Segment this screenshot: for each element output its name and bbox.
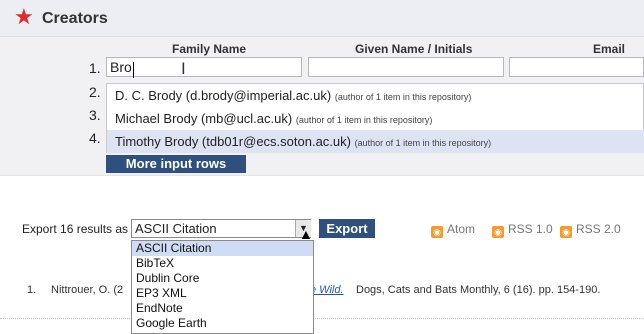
given-name-header: Given Name / Initials <box>355 42 473 56</box>
autocomplete-name: Timothy Brody (tdb01r@ecs.soton.ac.uk) <box>115 134 351 149</box>
email-header: Email <box>593 42 626 56</box>
autocomplete-item[interactable]: Michael Brody (mb@ucl.ac.uk) (author of … <box>107 107 644 130</box>
atom-label: Atom <box>447 222 476 236</box>
star-icon: ★ <box>14 4 34 29</box>
rss-icon: ◉ <box>431 226 443 238</box>
rss-icon: ◉ <box>560 226 572 238</box>
family-name-header: Family Name <box>172 42 247 56</box>
text-caret <box>133 62 134 78</box>
export-label: Export 16 results as <box>22 222 129 236</box>
atom-feed-link[interactable]: ◉ Atom <box>431 222 475 238</box>
result-title-link[interactable]: e Wild. <box>310 284 344 296</box>
export-format-options: ASCII Citation BibTeX Dublin Core EP3 XM… <box>131 240 314 334</box>
export-format-select[interactable]: ASCII Citation <box>131 219 311 238</box>
more-input-rows-button[interactable]: More input rows <box>106 155 246 173</box>
format-option[interactable]: EndNote <box>132 301 313 316</box>
autocomplete-item[interactable]: D. C. Brody (d.brody@imperial.ac.uk) (au… <box>107 84 644 107</box>
creators-header: ★ Creators <box>0 0 644 37</box>
autocomplete-name: Michael Brody (mb@ucl.ac.uk) <box>115 111 293 126</box>
autocomplete-name: D. C. Brody (d.brody@imperial.ac.uk) <box>115 88 332 103</box>
rss2-label: RSS 2.0 <box>576 222 621 236</box>
ibeam-cursor-icon: I <box>181 59 186 78</box>
row-number: 4. <box>89 130 101 146</box>
autocomplete-dropdown: D. C. Brody (d.brody@imperial.ac.uk) (au… <box>106 83 644 153</box>
divider <box>0 318 644 320</box>
format-option[interactable]: BibTeX <box>132 256 313 271</box>
autocomplete-note: (author of 1 item in this repository) <box>354 138 492 148</box>
row-number: 1. <box>89 60 101 76</box>
autocomplete-note: (author of 1 item in this repository) <box>334 92 472 102</box>
creators-panel: ★ Creators Family Name Given Name / Init… <box>0 0 644 176</box>
autocomplete-item-selected[interactable]: Timothy Brody (tdb01r@ecs.soton.ac.uk) (… <box>107 130 644 153</box>
family-name-input[interactable]: Bro <box>106 57 302 77</box>
row-number: 2. <box>89 84 101 100</box>
given-name-input[interactable] <box>308 57 504 77</box>
autocomplete-note: (author of 1 item in this repository) <box>295 115 433 125</box>
row-number: 3. <box>89 107 101 123</box>
format-option-selected[interactable]: ASCII Citation <box>132 241 313 256</box>
rss-icon: ◉ <box>492 226 504 238</box>
rss1-feed-link[interactable]: ◉ RSS 1.0 <box>492 222 553 238</box>
result-number: 1. <box>27 284 37 296</box>
format-option[interactable]: EP3 XML <box>132 286 313 301</box>
result-citation: Dogs, Cats and Bats Monthly, 6 (16). pp.… <box>356 284 601 296</box>
format-option[interactable]: Dublin Core <box>132 271 313 286</box>
result-authors: Nittrouer, O. (2 <box>51 284 124 296</box>
format-option[interactable]: Google Earth <box>132 316 313 331</box>
export-button[interactable]: Export <box>319 219 375 238</box>
creators-title: Creators <box>42 10 108 27</box>
rss1-label: RSS 1.0 <box>508 222 553 236</box>
rss2-feed-link[interactable]: ◉ RSS 2.0 <box>560 222 621 238</box>
email-input[interactable] <box>509 57 644 77</box>
